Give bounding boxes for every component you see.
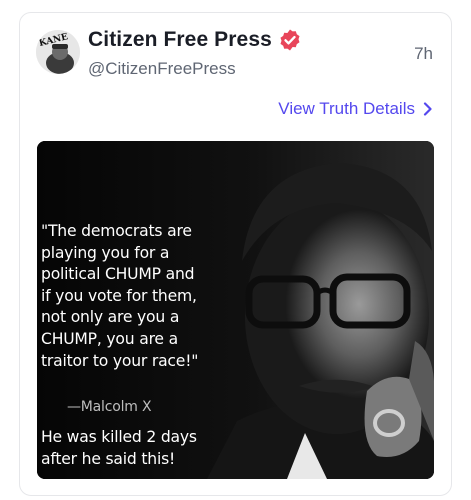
- quote-line: not only are you a: [41, 308, 180, 327]
- quote-line: if you vote for them,: [41, 286, 197, 305]
- caption-line: He was killed 2 days: [41, 428, 197, 446]
- quote-line: playing you for a: [41, 243, 170, 262]
- verified-badge-icon: [278, 28, 302, 52]
- chevron-right-icon: [423, 102, 432, 116]
- quote-line: "The democrats are: [41, 222, 192, 240]
- post-card[interactable]: KANE Citizen Free Press @CitizenFreePres…: [19, 12, 452, 496]
- view-truth-details-link[interactable]: View Truth Details: [278, 99, 433, 119]
- author-avatar[interactable]: KANE: [36, 30, 80, 74]
- avatar-image: KANE: [36, 30, 80, 74]
- author-display-name[interactable]: Citizen Free Press: [88, 28, 272, 52]
- post-timestamp[interactable]: 7h: [414, 44, 433, 64]
- author-name-row: Citizen Free Press: [88, 28, 302, 52]
- image-caption: He was killed 2 days after he said this!: [41, 426, 251, 470]
- quote-attribution: —Malcolm X: [67, 399, 152, 415]
- quote-line: political CHUMP and: [41, 265, 195, 284]
- quote-line: CHUMP, you are a: [41, 329, 178, 348]
- caption-line: after he said this!: [41, 450, 176, 468]
- quote-line: traitor to your race!": [41, 351, 199, 370]
- author-handle[interactable]: @CitizenFreePress: [88, 59, 236, 79]
- post-media-image[interactable]: "The democrats are playing you for a pol…: [37, 141, 434, 479]
- quote-text: "The democrats are playing you for a pol…: [41, 221, 251, 372]
- view-truth-details-label: View Truth Details: [278, 99, 415, 118]
